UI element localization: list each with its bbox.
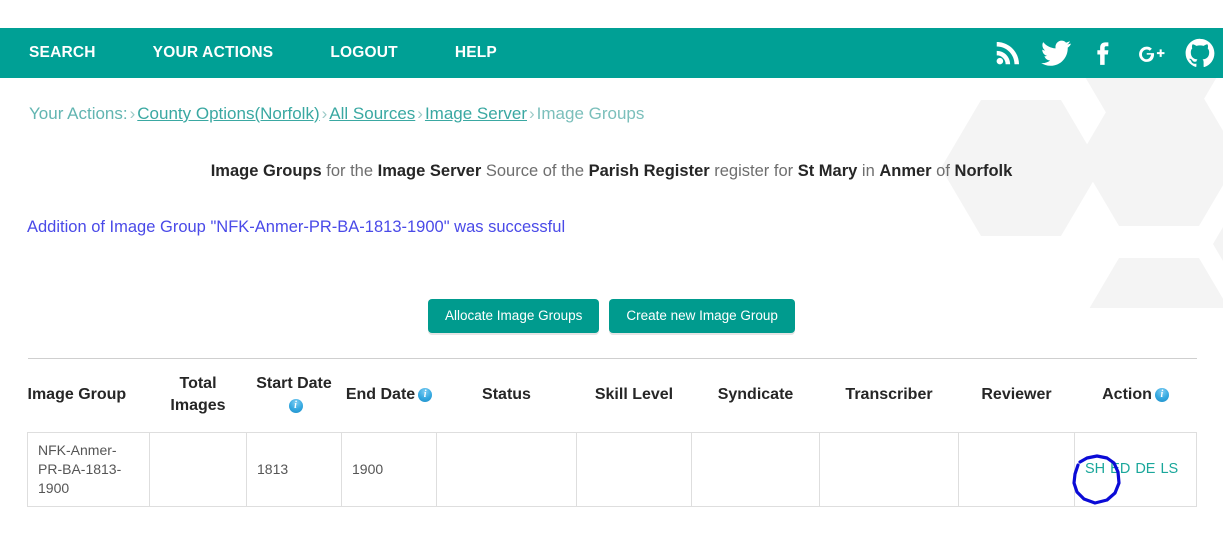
facebook-icon[interactable] xyxy=(1081,28,1127,78)
action-link-ed[interactable]: ED xyxy=(1110,461,1130,477)
page-title-part: Image Groups xyxy=(210,162,322,180)
cell-end-date: 1900 xyxy=(341,432,437,507)
column-header-skill-level: Skill Level xyxy=(594,385,674,403)
breadcrumb-separator: › xyxy=(529,104,535,123)
action-link-sh[interactable]: SH xyxy=(1085,461,1105,477)
page-title-part: Source of the xyxy=(481,162,589,180)
column-header-status: Status xyxy=(482,385,531,403)
page-title-part: register for xyxy=(709,162,798,180)
allocate-image-groups-button[interactable]: Allocate Image Groups xyxy=(428,299,600,333)
breadcrumb-item-all-sources[interactable]: All Sources xyxy=(329,104,415,123)
page-title-part: Norfolk xyxy=(954,162,1013,180)
page-title-part: Anmer xyxy=(879,162,932,180)
info-icon[interactable]: i xyxy=(1154,387,1169,402)
info-icon[interactable]: i xyxy=(288,398,303,413)
cell-total-images xyxy=(149,432,247,507)
image-groups-table: Image Group Total Images Start Date i End… xyxy=(27,358,1197,507)
column-header-end-date: End Date i xyxy=(342,359,437,433)
info-icon[interactable]: i xyxy=(418,387,433,402)
cell-transcriber xyxy=(819,432,959,507)
breadcrumb-separator: › xyxy=(129,104,136,123)
cell-syndicate xyxy=(691,432,820,507)
nav-links: SEARCH YOUR ACTIONS LOGOUT HELP xyxy=(0,28,497,78)
breadcrumb-separator: › xyxy=(417,104,423,123)
cell-status xyxy=(436,432,577,507)
breadcrumb-root: Your Actions: xyxy=(29,104,128,123)
rss-icon[interactable] xyxy=(985,28,1031,78)
action-button-row: Allocate Image Groups Create new Image G… xyxy=(0,299,1223,333)
column-header-start-date-label: Start Date xyxy=(256,375,332,392)
nav-link-logout[interactable]: LOGOUT xyxy=(330,28,398,78)
cell-image-group: NFK-Anmer-PR-BA-1813-1900 xyxy=(27,432,150,507)
action-link-ls[interactable]: LS xyxy=(1160,461,1178,477)
cell-reviewer xyxy=(958,432,1075,507)
image-groups-table-wrapper: Image Group Total Images Start Date i End… xyxy=(27,358,1197,507)
breadcrumb: Your Actions: › County Options(Norfolk) › Al… xyxy=(29,104,644,124)
cell-skill-level xyxy=(576,432,692,507)
success-message: Addition of Image Group "NFK-Anmer-PR-BA… xyxy=(27,218,566,236)
nav-link-help[interactable]: HELP xyxy=(455,28,497,78)
column-header-start-date: Start Date i xyxy=(247,359,342,433)
column-header-action-label: Action xyxy=(1102,385,1152,403)
action-link-de[interactable]: DE xyxy=(1135,461,1155,477)
nav-link-your-actions[interactable]: YOUR ACTIONS xyxy=(153,28,274,78)
twitter-icon[interactable] xyxy=(1033,28,1079,78)
page-title-part: in xyxy=(857,162,880,180)
column-header-reviewer: Reviewer xyxy=(981,385,1052,403)
page-title: Image Groups for the Image Server Source… xyxy=(0,162,1223,181)
column-header-transcriber: Transcriber xyxy=(845,385,933,403)
breadcrumb-item-image-groups: Image Groups xyxy=(536,104,645,123)
table-header-row: Image Group Total Images Start Date i End… xyxy=(27,358,1197,433)
page-title-part: Parish Register xyxy=(588,162,710,180)
page-title-part: St Mary xyxy=(797,162,858,180)
hexagon-watermark xyxy=(883,78,1223,308)
table-row: NFK-Anmer-PR-BA-1813-1900 1813 1900 SH ED… xyxy=(27,432,1197,507)
breadcrumb-item-image-server[interactable]: Image Server xyxy=(425,104,527,123)
top-navbar: SEARCH YOUR ACTIONS LOGOUT HELP xyxy=(0,28,1223,78)
page-title-part: of xyxy=(931,162,955,180)
social-links xyxy=(983,28,1223,78)
cell-start-date: 1813 xyxy=(246,432,342,507)
column-header-image-group: Image Group xyxy=(27,385,127,403)
column-header-action: Action i xyxy=(1075,359,1197,433)
column-header-syndicate: Syndicate xyxy=(717,385,794,403)
breadcrumb-separator: › xyxy=(321,104,328,123)
breadcrumb-item-county-options[interactable]: County Options(Norfolk) xyxy=(137,104,319,123)
page-title-part: Image Server xyxy=(377,162,482,180)
page-root: SEARCH YOUR ACTIONS LOGOUT HELP Your Act… xyxy=(0,0,1223,534)
github-icon[interactable] xyxy=(1177,28,1223,78)
column-header-end-date-label: End Date xyxy=(345,385,416,403)
google-plus-icon[interactable] xyxy=(1129,28,1175,78)
cell-action: SH ED DE LS xyxy=(1074,432,1197,507)
create-new-image-group-button[interactable]: Create new Image Group xyxy=(609,299,795,333)
column-header-total-images: Total Images xyxy=(170,375,226,414)
page-title-part: for the xyxy=(321,162,378,180)
nav-link-search[interactable]: SEARCH xyxy=(29,28,96,78)
